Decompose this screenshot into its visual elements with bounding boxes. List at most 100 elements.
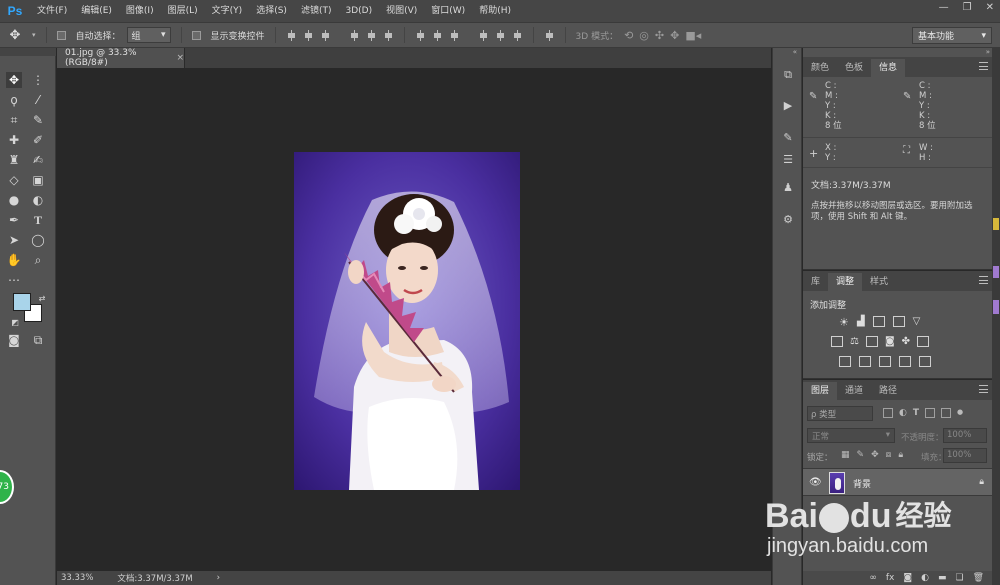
- fx-icon[interactable]: fx: [886, 573, 895, 583]
- lock-image-icon[interactable]: ✎: [857, 450, 865, 460]
- chevron-down-icon[interactable]: ▾: [32, 31, 36, 39]
- history-brush-icon[interactable]: ✍: [30, 152, 46, 168]
- marquee-tool-icon[interactable]: ⋮: [30, 72, 46, 88]
- opacity-input[interactable]: 100%: [943, 428, 987, 443]
- screen-mode-icon[interactable]: ⧉: [30, 332, 46, 348]
- document-tab[interactable]: 01.jpg @ 33.3%(RGB/8#) ×: [57, 48, 185, 68]
- panel-menu-icon[interactable]: [979, 276, 988, 284]
- align-vcenter-icon[interactable]: [303, 29, 314, 41]
- color-lookup-icon[interactable]: [917, 336, 930, 347]
- collapse-arrow-icon[interactable]: «: [793, 48, 797, 56]
- lasso-tool-icon[interactable]: ϙ: [6, 92, 22, 108]
- selective-color-icon[interactable]: [899, 356, 911, 367]
- restore-button[interactable]: ❐: [963, 2, 972, 13]
- swap-colors-icon[interactable]: ⇄: [34, 290, 50, 306]
- 3d-rotate-icon[interactable]: ⟲: [624, 29, 633, 42]
- ellipse-tool-icon[interactable]: ◯: [30, 232, 46, 248]
- move-tool-preset-icon[interactable]: ✥: [4, 28, 26, 43]
- close-icon[interactable]: ×: [176, 53, 184, 63]
- crop-tool-icon[interactable]: ⌗: [6, 112, 22, 128]
- auto-select-dropdown[interactable]: 组 ▾: [126, 27, 171, 43]
- collapse-arrow-icon[interactable]: »: [986, 48, 990, 56]
- align-bottom-icon[interactable]: [320, 29, 331, 41]
- distribute-vcenter-icon[interactable]: [432, 29, 443, 41]
- tab-channels[interactable]: 通道: [837, 382, 871, 400]
- lock-all-icon[interactable]: 🔒︎: [898, 450, 903, 460]
- visibility-eye-icon[interactable]: 👁︎: [809, 477, 822, 488]
- menu-select[interactable]: 选择(S): [249, 0, 294, 22]
- distribute-right-icon[interactable]: [512, 29, 523, 41]
- eyedropper-icon[interactable]: ✎: [30, 112, 46, 128]
- menu-help[interactable]: 帮助(H): [472, 0, 518, 22]
- filter-adjust-icon[interactable]: ◐: [899, 408, 907, 418]
- delete-layer-icon[interactable]: 🗑︎: [973, 573, 984, 583]
- magic-wand-icon[interactable]: ⁄: [30, 92, 46, 108]
- filter-type-icon[interactable]: T: [913, 408, 919, 418]
- align-hcenter-icon[interactable]: [366, 29, 377, 41]
- 3d-roll-icon[interactable]: ◎: [639, 29, 649, 42]
- menu-filter[interactable]: 滤镜(T): [294, 0, 339, 22]
- blend-mode-dropdown[interactable]: 正常 ▾: [807, 428, 895, 443]
- channel-mixer-icon[interactable]: ✤: [902, 336, 910, 347]
- new-layer-icon[interactable]: ❏: [955, 573, 963, 583]
- more-tools-icon[interactable]: ⋯: [6, 272, 22, 288]
- panel-menu-icon[interactable]: [979, 385, 988, 393]
- history-panel-icon[interactable]: ⧉: [779, 66, 797, 84]
- gradient-map-icon[interactable]: [919, 356, 931, 367]
- distribute-hcenter-icon[interactable]: [495, 29, 506, 41]
- close-button[interactable]: ✕: [986, 2, 994, 13]
- posterize-icon[interactable]: [859, 356, 871, 367]
- filter-shape-icon[interactable]: [925, 408, 935, 418]
- balance-icon[interactable]: ⚖: [850, 336, 859, 347]
- align-right-icon[interactable]: [383, 29, 394, 41]
- brush-tool-icon[interactable]: ✐: [30, 132, 46, 148]
- align-top-icon[interactable]: [286, 29, 297, 41]
- 3d-slide-icon[interactable]: ✥: [670, 29, 679, 42]
- bride-photo[interactable]: [294, 152, 520, 490]
- clone-stamp-icon[interactable]: ♜: [6, 152, 22, 168]
- tab-info[interactable]: 信息: [871, 59, 906, 77]
- show-transform-checkbox[interactable]: [191, 30, 201, 40]
- default-colors-icon[interactable]: ◩: [7, 314, 23, 330]
- menu-edit[interactable]: 编辑(E): [74, 0, 119, 22]
- distribute-top-icon[interactable]: [415, 29, 426, 41]
- gradient-adjust-icon[interactable]: ▽: [913, 316, 921, 329]
- menu-image[interactable]: 图像(I): [119, 0, 161, 22]
- fill-input[interactable]: 100%: [943, 448, 987, 463]
- 3d-pan-icon[interactable]: ✣: [655, 29, 664, 42]
- blur-tool-icon[interactable]: ●: [6, 192, 22, 208]
- add-mask-icon[interactable]: ◙: [903, 573, 912, 583]
- link-layers-icon[interactable]: ∞: [869, 573, 877, 583]
- properties-panel-icon[interactable]: ☰: [779, 150, 797, 168]
- move-tool-icon[interactable]: ✥: [6, 72, 22, 88]
- brush-panel-icon[interactable]: ✎: [779, 128, 797, 146]
- lock-artboard-icon[interactable]: ⧈: [886, 450, 892, 460]
- filter-toggle-icon[interactable]: ●: [957, 408, 963, 418]
- invert-icon[interactable]: [839, 356, 851, 367]
- toolbox-grip[interactable]: [0, 48, 56, 56]
- distribute-left-icon[interactable]: [478, 29, 489, 41]
- workspace-dropdown[interactable]: 基本功能 ▾: [912, 27, 992, 44]
- tab-adjustments[interactable]: 调整: [828, 273, 863, 291]
- new-adjustment-icon[interactable]: ◐: [921, 573, 929, 583]
- zoom-level[interactable]: 33.33%: [61, 573, 93, 583]
- pen-tool-icon[interactable]: ✒: [6, 212, 22, 228]
- gradient-tool-icon[interactable]: ▣: [30, 172, 46, 188]
- menu-view[interactable]: 视图(V): [379, 0, 424, 22]
- canvas-area[interactable]: [57, 68, 771, 571]
- menu-3d[interactable]: 3D(D): [338, 0, 379, 22]
- 3d-scale-icon[interactable]: ■◂: [685, 29, 701, 42]
- menu-layer[interactable]: 图层(L): [161, 0, 205, 22]
- layer-filter-dropdown[interactable]: ρ 类型: [807, 406, 873, 421]
- tab-styles[interactable]: 样式: [862, 273, 896, 291]
- minimize-button[interactable]: —: [939, 2, 949, 13]
- vibrance-icon[interactable]: [831, 336, 843, 347]
- path-selection-icon[interactable]: ➤: [6, 232, 22, 248]
- tab-color[interactable]: 颜色: [803, 59, 837, 77]
- paragraph-panel-icon[interactable]: ⚙: [779, 210, 797, 228]
- filter-pixel-icon[interactable]: [883, 408, 893, 418]
- layer-row-background[interactable]: 👁︎ 背景 🔒︎: [803, 468, 992, 496]
- auto-align-icon[interactable]: [544, 29, 555, 41]
- black-white-icon[interactable]: [865, 336, 878, 347]
- zoom-tool-icon[interactable]: ⌕: [30, 252, 46, 268]
